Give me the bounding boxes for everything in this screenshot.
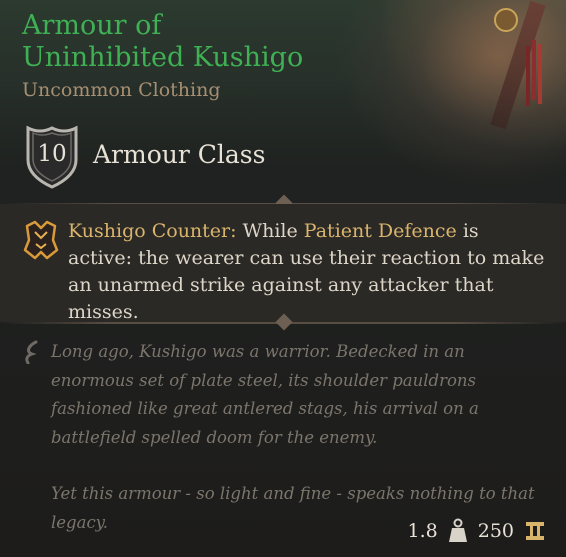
armour-class-value: 10 (37, 141, 67, 167)
weight-value: 1.8 (407, 520, 438, 542)
lore-text: Long ago, Kushigo was a warrior. Bedecke… (51, 338, 551, 537)
portrait-tassel (532, 40, 536, 100)
patient-defence-link[interactable]: Patient Defence (304, 220, 457, 242)
item-tooltip: Armour of Uninhibited Kushigo Uncommon C… (0, 0, 566, 557)
portrait-medallion (494, 8, 518, 32)
item-footer: 1.8 250 (408, 516, 546, 546)
kushigo-counter-icon[interactable] (23, 220, 59, 260)
armour-class-label: Armour Class (93, 140, 266, 169)
weight-icon (448, 518, 467, 542)
quill-icon (25, 340, 38, 364)
item-name: Armour of Uninhibited Kushigo (22, 10, 304, 73)
item-rarity-type: Uncommon Clothing (22, 79, 221, 101)
passive-text-before: While (236, 220, 304, 242)
armour-class-row: 10 Armour Class (22, 124, 422, 190)
lore-paragraph: Long ago, Kushigo was a warrior. Bedecke… (51, 342, 479, 447)
passive-description: Kushigo Counter: While Patient Defence i… (68, 218, 548, 326)
passive-name: Kushigo Counter: (68, 220, 237, 242)
gold-value: 250 (477, 520, 514, 542)
gold-icon (526, 522, 544, 540)
